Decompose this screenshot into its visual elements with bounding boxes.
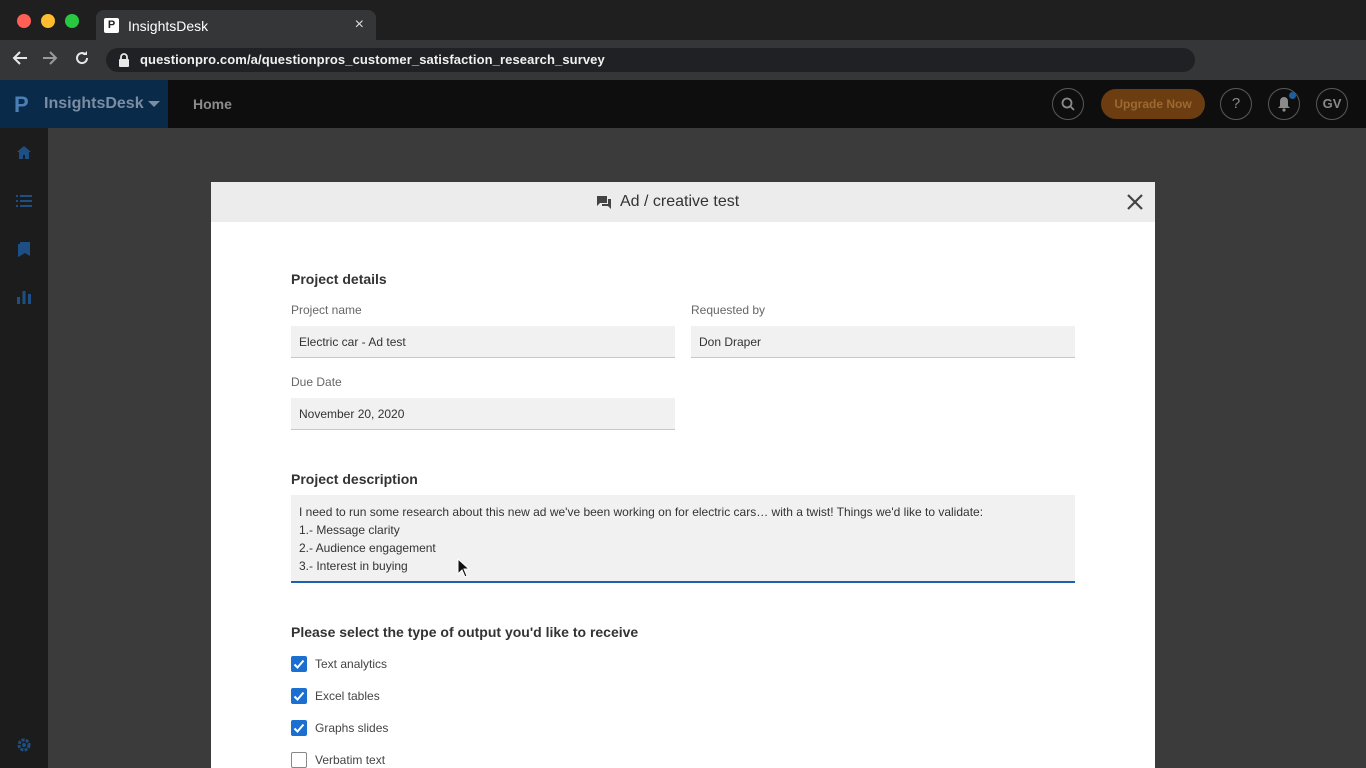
due-date-field[interactable]: November 20, 2020 [291,398,675,430]
gear-icon[interactable] [15,736,33,754]
checkmark-icon [293,659,305,669]
close-window-button[interactable] [17,14,31,28]
browser-tab-bar: P InsightsDesk × [0,0,1366,40]
checkbox-label: Excel tables [315,689,380,703]
description-line: I need to run some research about this n… [299,505,984,519]
description-line: 2.- Audience engagement [299,541,436,555]
minimize-window-button[interactable] [41,14,55,28]
search-icon [1061,97,1075,111]
reload-icon[interactable] [74,49,90,71]
checkmark-icon [293,723,305,733]
checkbox-checked[interactable] [291,688,307,704]
output-type-title: Please select the type of output you'd l… [291,624,639,640]
upgrade-now-button[interactable]: Upgrade Now [1101,89,1205,119]
favicon-icon: P [104,18,119,33]
requested-by-label: Requested by [691,303,766,317]
brand-name: InsightsDesk [44,95,144,112]
lock-icon [119,53,129,67]
project-description-textarea[interactable]: I need to run some research about this n… [291,495,1075,583]
checkbox-unchecked[interactable] [291,752,307,768]
checkbox-label: Text analytics [315,657,388,671]
description-line: 1.- Message clarity [299,523,400,537]
caret-down-icon [148,101,160,107]
project-name-label: Project name [291,303,362,317]
notification-dot [1289,92,1296,99]
ad-creative-test-modal: Ad / creative test Project details Proje… [211,182,1155,768]
description-line: 3.- Interest in buying [299,559,408,573]
brand-logo-icon: P [14,92,29,117]
bar-chart-icon[interactable] [15,288,33,306]
modal-header: Ad / creative test [211,182,1155,222]
sidebar [0,128,48,768]
checkbox-checked[interactable] [291,720,307,736]
home-icon[interactable] [15,144,33,162]
back-arrow-icon[interactable] [12,49,28,71]
tab-close-icon[interactable]: × [355,16,364,34]
due-date-label: Due Date [291,375,342,389]
project-description-title: Project description [291,471,418,487]
project-details-title: Project details [291,271,387,287]
user-avatar[interactable]: GV [1316,88,1348,120]
checkmark-icon [293,691,305,701]
project-name-field[interactable]: Electric car - Ad test [291,326,675,358]
checkbox-label: Verbatim text [315,753,386,767]
maximize-window-button[interactable] [65,14,79,28]
browser-tab[interactable]: P InsightsDesk × [96,10,376,40]
bell-icon [1278,97,1290,112]
tab-title: InsightsDesk [128,18,209,34]
list-icon[interactable] [15,192,33,210]
chat-bubbles-icon [597,196,611,209]
checkbox-checked[interactable] [291,656,307,672]
help-button[interactable]: ? [1220,88,1252,120]
bookmarks-icon[interactable] [15,240,33,258]
notifications-button[interactable] [1268,88,1300,120]
url-text: questionpro.com/a/questionpros_customer_… [140,52,605,67]
forward-arrow-icon[interactable] [42,49,58,71]
nav-home-link[interactable]: Home [193,96,232,112]
modal-title: Ad / creative test [620,193,740,210]
brand-switcher[interactable]: P InsightsDesk [0,80,168,128]
checkbox-label: Graphs slides [315,721,389,735]
search-button[interactable] [1052,88,1084,120]
address-bar[interactable]: questionpro.com/a/questionpros_customer_… [106,48,1195,72]
app-header: P InsightsDesk Home Upgrade Now ? GV [0,80,1366,128]
close-icon[interactable] [1125,192,1145,212]
requested-by-field[interactable]: Don Draper [691,326,1075,358]
mouse-cursor-icon [457,558,471,578]
